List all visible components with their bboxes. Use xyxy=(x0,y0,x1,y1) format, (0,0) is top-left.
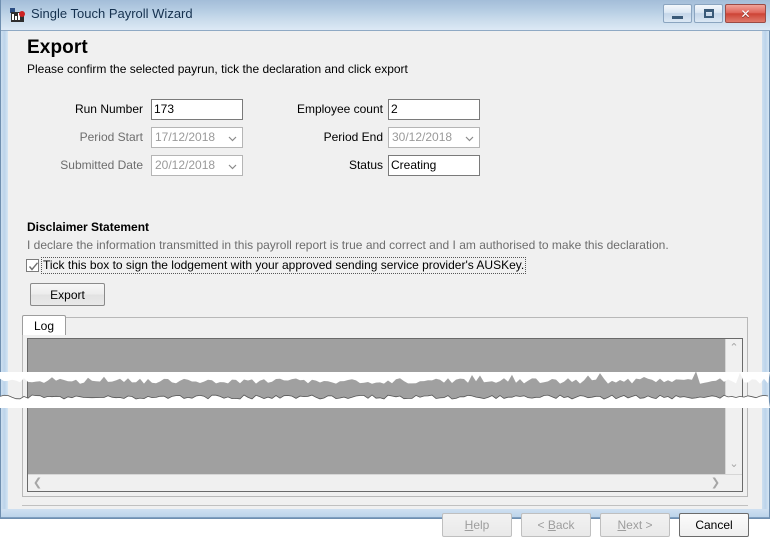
maximize-button[interactable] xyxy=(694,4,723,23)
next-button[interactable]: Next > xyxy=(600,513,670,537)
scroll-up-icon[interactable]: ⌃ xyxy=(726,342,742,355)
chevron-down-icon xyxy=(465,134,474,142)
cancel-button[interactable]: Cancel xyxy=(679,513,749,537)
chevron-down-icon xyxy=(228,162,237,170)
page-title: Export xyxy=(27,37,88,58)
page-subtitle: Please confirm the selected payrun, tick… xyxy=(27,62,408,76)
period-start-value: 17/12/2018 xyxy=(155,130,216,144)
page-header: Export Please confirm the selected payru… xyxy=(27,37,408,76)
maximize-icon xyxy=(703,9,714,18)
checkmark-icon xyxy=(28,262,39,271)
close-button[interactable]: ✕ xyxy=(725,4,766,23)
back-button[interactable]: < Back xyxy=(521,513,591,537)
employee-count-input[interactable]: 2 xyxy=(388,99,480,120)
window-frame-left xyxy=(1,0,8,518)
tab-log[interactable]: Log xyxy=(22,315,67,336)
scroll-left-icon[interactable]: ❮ xyxy=(31,475,44,491)
wizard-window: Single Touch Payroll Wizard ✕ Export Ple… xyxy=(0,0,770,537)
period-start-label: Period Start xyxy=(79,130,143,144)
help-button[interactable]: Help xyxy=(442,513,512,537)
tab-strip: Log xyxy=(22,315,748,336)
log-horizontal-scrollbar[interactable]: ❮ ❯ xyxy=(28,474,742,491)
submitted-date-datepicker[interactable]: 20/12/2018 xyxy=(151,155,243,176)
period-end-datepicker[interactable]: 30/12/2018 xyxy=(388,127,480,148)
minimize-button[interactable] xyxy=(663,4,692,23)
employee-count-label: Employee count xyxy=(296,102,383,116)
disclaimer-text: I declare the information transmitted in… xyxy=(27,238,669,252)
app-icon xyxy=(9,7,26,24)
log-selection-area[interactable] xyxy=(28,339,725,474)
export-button[interactable]: Export xyxy=(30,283,105,306)
period-start-datepicker[interactable]: 17/12/2018 xyxy=(151,127,243,148)
dialog-content: Export Please confirm the selected payru… xyxy=(8,31,762,537)
status-input[interactable]: Creating xyxy=(388,155,480,176)
declaration-checkbox[interactable] xyxy=(26,259,39,272)
footer-separator xyxy=(22,505,748,506)
submitted-date-value: 20/12/2018 xyxy=(155,158,216,172)
title-bar[interactable]: Single Touch Payroll Wizard ✕ xyxy=(1,0,770,31)
declaration-checkbox-label: Tick this box to sign the lodgement with… xyxy=(41,257,527,274)
payrun-form: Run Number 173 Employee count 2 Period S… xyxy=(8,99,762,183)
window-frame-right xyxy=(762,0,769,518)
status-label: Status xyxy=(348,158,383,172)
declaration-checkbox-row[interactable]: Tick this box to sign the lodgement with… xyxy=(26,257,527,274)
log-tab-panel: ⌃ ⌄ ❮ ❯ xyxy=(22,335,748,497)
period-end-value: 30/12/2018 xyxy=(392,130,453,144)
chevron-down-icon xyxy=(228,134,237,142)
window-title: Single Touch Payroll Wizard xyxy=(31,6,193,21)
period-end-label: Period End xyxy=(323,130,383,144)
log-output-box[interactable]: ⌃ ⌄ ❮ ❯ xyxy=(27,338,743,492)
disclaimer-heading: Disclaimer Statement xyxy=(27,220,150,234)
log-vertical-scrollbar[interactable]: ⌃ ⌄ xyxy=(725,339,742,474)
form-row-3: Submitted Date 20/12/2018 Status Creatin… xyxy=(8,155,762,183)
scroll-right-icon[interactable]: ❯ xyxy=(709,475,722,491)
form-row-1: Run Number 173 Employee count 2 xyxy=(8,99,762,127)
run-number-label: Run Number xyxy=(74,102,143,116)
window-controls: ✕ xyxy=(663,4,766,23)
wizard-button-bar: Help < Back Next > Cancel xyxy=(442,513,749,537)
run-number-input[interactable]: 173 xyxy=(151,99,243,120)
minimize-icon xyxy=(672,15,683,19)
form-row-2: Period Start 17/12/2018 Period End 30/12… xyxy=(8,127,762,155)
back-button-label: < Back xyxy=(537,518,575,532)
scroll-down-icon[interactable]: ⌄ xyxy=(726,458,742,471)
tab-strip-background xyxy=(22,317,748,336)
next-button-label: Next > xyxy=(617,518,653,532)
submitted-date-label: Submitted Date xyxy=(60,158,143,172)
help-button-label: Help xyxy=(464,518,490,532)
